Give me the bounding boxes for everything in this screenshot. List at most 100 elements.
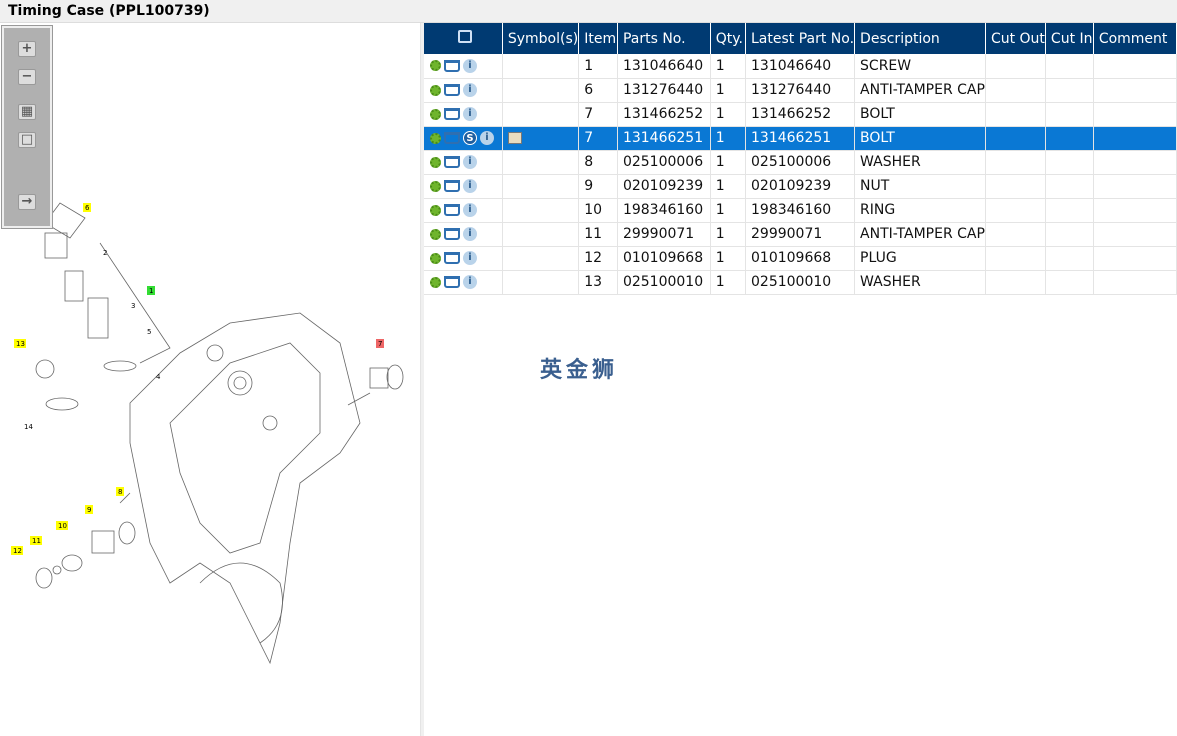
comment-cell bbox=[1093, 270, 1177, 295]
callout-6[interactable]: 6 bbox=[85, 204, 90, 212]
column-header-parts-no[interactable]: Parts No. bbox=[617, 23, 711, 54]
table-row[interactable]: i 7 131466252 1 131466252 BOLT bbox=[424, 102, 1177, 127]
cut-out-cell bbox=[985, 54, 1046, 79]
window-title: Timing Case (PPL100739) bbox=[0, 0, 1177, 23]
info-icon[interactable]: i bbox=[463, 155, 477, 169]
gear-icon[interactable] bbox=[430, 252, 441, 264]
comment-cell bbox=[1093, 54, 1177, 79]
cart-icon[interactable] bbox=[444, 59, 460, 72]
column-header-cut-out[interactable]: Cut Out bbox=[985, 23, 1046, 54]
item-cell: 8 bbox=[578, 150, 618, 175]
callout-2[interactable]: 2 bbox=[103, 249, 107, 257]
fit-all-button[interactable]: ▦ bbox=[18, 104, 36, 120]
gear-icon[interactable] bbox=[430, 132, 441, 144]
table-row[interactable]: i 10 198346160 1 198346160 RING bbox=[424, 198, 1177, 223]
table-row[interactable]: i 6 131276440 1 131276440 ANTI-TAMPER CAP bbox=[424, 78, 1177, 103]
qty-cell: 1 bbox=[710, 222, 747, 247]
cart-icon[interactable] bbox=[444, 228, 460, 240]
cut-in-cell bbox=[1045, 78, 1094, 103]
callout-13[interactable]: 13 bbox=[16, 340, 25, 348]
cut-out-cell bbox=[985, 126, 1046, 151]
comment-cell bbox=[1093, 222, 1177, 247]
column-header-description[interactable]: Description bbox=[854, 23, 986, 54]
qty-cell: 1 bbox=[710, 150, 747, 175]
cart-icon[interactable] bbox=[444, 276, 460, 288]
row-icons: i bbox=[424, 270, 503, 295]
row-icons: i bbox=[424, 174, 503, 199]
callout-5[interactable]: 5 bbox=[147, 328, 151, 336]
zoom-out-button[interactable]: − bbox=[18, 69, 36, 85]
cart-icon[interactable] bbox=[444, 204, 460, 216]
callout-3[interactable]: 3 bbox=[131, 302, 135, 310]
item-cell: 9 bbox=[578, 174, 618, 199]
desc-cell: NUT bbox=[854, 174, 986, 199]
info-icon[interactable]: i bbox=[463, 251, 477, 265]
row-icons: i bbox=[424, 150, 503, 175]
callout-11[interactable]: 11 bbox=[32, 537, 41, 545]
column-header-qty[interactable]: Qty. bbox=[710, 23, 747, 54]
part-cell: 131466251 bbox=[617, 126, 711, 151]
book-search-icon[interactable] bbox=[507, 132, 522, 144]
diagram-panel[interactable]: 6 2 1 3 5 4 13 14 7 8 9 10 11 12 + − ▦ □ → bbox=[0, 23, 421, 736]
callout-12[interactable]: 12 bbox=[13, 547, 22, 555]
gear-icon[interactable] bbox=[430, 180, 441, 192]
latest-cell: 29990071 bbox=[745, 222, 856, 247]
callout-8[interactable]: 8 bbox=[118, 488, 122, 496]
cart-icon[interactable] bbox=[444, 132, 460, 144]
callout-10[interactable]: 10 bbox=[58, 522, 67, 530]
gear-icon[interactable] bbox=[430, 228, 441, 240]
callout-7[interactable]: 7 bbox=[378, 340, 382, 348]
callout-1[interactable]: 1 bbox=[149, 287, 153, 295]
latest-cell: 131466251 bbox=[745, 126, 856, 151]
gear-icon[interactable] bbox=[430, 60, 441, 72]
column-header-find[interactable] bbox=[424, 23, 503, 54]
cut-out-cell bbox=[985, 78, 1046, 103]
cart-icon[interactable] bbox=[444, 84, 460, 96]
info-icon[interactable]: i bbox=[480, 131, 494, 145]
cart-icon[interactable] bbox=[444, 156, 460, 168]
s-badge-icon[interactable]: S bbox=[463, 131, 477, 145]
cut-in-cell bbox=[1045, 270, 1094, 295]
column-header-cut-in[interactable]: Cut In bbox=[1045, 23, 1094, 54]
gear-icon[interactable] bbox=[430, 276, 441, 288]
info-icon[interactable]: i bbox=[463, 203, 477, 217]
toggle-list-button[interactable]: → bbox=[18, 194, 36, 210]
cart-icon[interactable] bbox=[444, 180, 460, 192]
gear-icon[interactable] bbox=[430, 108, 441, 120]
gear-icon[interactable] bbox=[430, 156, 441, 168]
table-row[interactable]: i 13 025100010 1 025100010 WASHER bbox=[424, 270, 1177, 295]
fit-window-button[interactable]: □ bbox=[18, 132, 36, 148]
info-icon[interactable]: i bbox=[463, 83, 477, 97]
info-icon[interactable]: i bbox=[463, 107, 477, 121]
latest-cell: 010109668 bbox=[745, 246, 856, 271]
info-icon[interactable]: i bbox=[463, 275, 477, 289]
table-row[interactable]: Si 7 131466251 1 131466251 BOLT bbox=[424, 126, 1177, 151]
column-header-comment[interactable]: Comment bbox=[1093, 23, 1177, 54]
gear-icon[interactable] bbox=[430, 204, 441, 216]
row-icons: Si bbox=[424, 126, 503, 151]
find-icon[interactable] bbox=[458, 30, 473, 43]
table-row[interactable]: i 8 025100006 1 025100006 WASHER bbox=[424, 150, 1177, 175]
callout-4[interactable]: 4 bbox=[156, 373, 161, 381]
info-icon[interactable]: i bbox=[463, 58, 477, 73]
table-row[interactable]: i 9 020109239 1 020109239 NUT bbox=[424, 174, 1177, 199]
table-row[interactable]: i 1 131046640 1 131046640 SCREW bbox=[424, 54, 1177, 79]
info-icon[interactable]: i bbox=[463, 227, 477, 241]
table-row[interactable]: i 12 010109668 1 010109668 PLUG bbox=[424, 246, 1177, 271]
zoom-in-button[interactable]: + bbox=[18, 41, 36, 57]
item-cell: 1 bbox=[578, 54, 618, 79]
exploded-diagram: 6213541314789101112 bbox=[11, 202, 404, 665]
callout-14[interactable]: 14 bbox=[24, 423, 33, 431]
watermark: 英金狮 bbox=[540, 358, 619, 383]
comment-cell bbox=[1093, 246, 1177, 271]
cart-icon[interactable] bbox=[444, 252, 460, 264]
column-header-symbols[interactable]: Symbol(s) bbox=[502, 23, 580, 54]
cart-icon[interactable] bbox=[444, 108, 460, 120]
gear-icon[interactable] bbox=[430, 84, 441, 96]
info-icon[interactable]: i bbox=[463, 179, 477, 193]
column-header-latest-part-no[interactable]: Latest Part No. bbox=[745, 23, 856, 54]
column-header-item[interactable]: Item bbox=[578, 23, 618, 54]
table-row[interactable]: i 11 29990071 1 29990071 ANTI-TAMPER CAP bbox=[424, 222, 1177, 247]
symbols-cell bbox=[502, 222, 580, 247]
callout-9[interactable]: 9 bbox=[87, 506, 91, 514]
